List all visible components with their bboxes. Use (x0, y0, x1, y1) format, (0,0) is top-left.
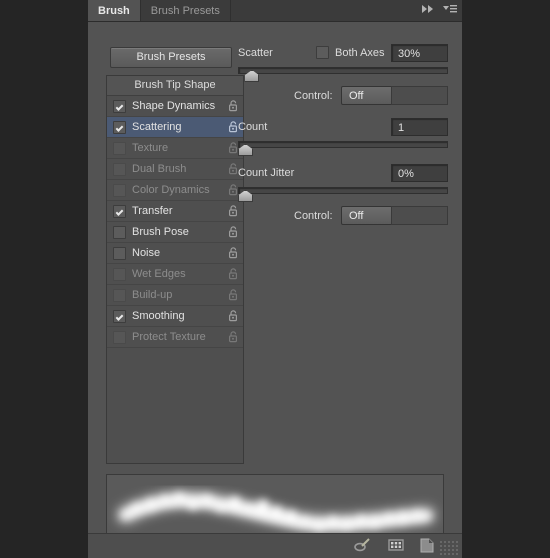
count-jitter-control-row: Control: Off (238, 206, 454, 228)
both-axes-label: Both Axes (335, 46, 385, 59)
count-jitter-control-label: Control: (294, 210, 333, 222)
checkbox-wet-edges[interactable] (113, 267, 126, 281)
count-slider[interactable] (238, 140, 454, 156)
scattering-controls: Scatter Both Axes 30% Control: Off Count… (238, 44, 454, 232)
lock-icon[interactable] (228, 289, 238, 304)
count-jitter-control-value: Off (349, 210, 364, 222)
list-item-label: Wet Edges (132, 268, 186, 280)
scatter-control-row: Control: Off (238, 86, 454, 108)
count-jitter-value-field[interactable]: 0% (391, 164, 448, 182)
toggle-brush-options-icon[interactable] (353, 538, 371, 557)
scatter-row: Scatter Both Axes 30% (238, 44, 454, 64)
list-item-label: Smoothing (132, 310, 185, 322)
scatter-label: Scatter (238, 47, 273, 59)
count-jitter-slider-track[interactable] (238, 187, 448, 194)
scatter-slider-track[interactable] (238, 67, 448, 74)
list-item[interactable]: Brush Pose (107, 222, 243, 243)
scatter-value-field[interactable]: 30% (391, 44, 448, 62)
checkbox-both-axes[interactable] (316, 46, 329, 59)
lock-icon[interactable] (228, 226, 238, 241)
list-item-label: Protect Texture (132, 331, 206, 343)
scatter-slider[interactable] (238, 66, 454, 82)
checkbox-shape-dynamics[interactable] (113, 99, 126, 113)
count-jitter-row: Count Jitter 0% (238, 164, 454, 184)
checkbox-noise[interactable] (113, 246, 126, 260)
checkbox-texture[interactable] (113, 141, 126, 155)
count-jitter-slider[interactable] (238, 186, 454, 202)
both-axes-checkbox-wrap[interactable]: Both Axes (316, 46, 385, 59)
lock-icon[interactable] (228, 331, 238, 346)
count-jitter-label: Count Jitter (238, 167, 295, 179)
count-label: Count (238, 121, 268, 133)
new-brush-preset-icon[interactable] (420, 538, 434, 556)
panel-tab-icons (420, 0, 458, 21)
lock-icon[interactable] (228, 310, 238, 325)
scatter-control-value: Off (349, 90, 364, 102)
lock-icon[interactable] (228, 184, 238, 199)
lock-icon[interactable] (228, 163, 238, 178)
list-item-label: Build-up (132, 289, 173, 301)
panel-menu-icon[interactable] (442, 4, 458, 17)
list-item[interactable]: Texture (107, 138, 243, 159)
checkbox-protect-texture[interactable] (113, 330, 126, 344)
brush-presets-grid-icon[interactable] (388, 538, 404, 555)
list-item-label: Dual Brush (132, 163, 187, 175)
list-item[interactable]: Noise (107, 243, 243, 264)
lock-icon[interactable] (228, 268, 238, 283)
list-item[interactable]: Smoothing (107, 306, 243, 327)
brush-tip-shape-header[interactable]: Brush Tip Shape (107, 76, 243, 96)
scatter-control-aux-field[interactable] (391, 86, 448, 105)
checkbox-brush-pose[interactable] (113, 225, 126, 239)
list-item-label: Brush Pose (132, 226, 189, 238)
count-row: Count 1 (238, 118, 454, 138)
list-item-label: Noise (132, 247, 161, 259)
panel-tab-bar: Brush Brush Presets (88, 0, 462, 22)
brush-panel: Brush Brush Presets Brush Presets Brush … (88, 0, 462, 558)
list-item[interactable]: Color Dynamics (107, 180, 243, 201)
lock-icon[interactable] (228, 121, 238, 136)
list-item-label: Transfer (132, 205, 173, 217)
scatter-control-label: Control: (294, 90, 333, 102)
list-item-label: Texture (132, 142, 169, 154)
tab-brush-presets[interactable]: Brush Presets (141, 0, 231, 21)
checkbox-transfer[interactable] (113, 204, 126, 218)
count-value-field[interactable]: 1 (391, 118, 448, 136)
lock-icon[interactable] (228, 100, 238, 115)
checkbox-dual-brush[interactable] (113, 162, 126, 176)
checkbox-scattering[interactable] (113, 120, 126, 134)
checkbox-color-dynamics[interactable] (113, 183, 126, 197)
panel-resize-grip[interactable] (439, 540, 459, 556)
lock-icon[interactable] (228, 247, 238, 262)
panel-body: Brush Presets Brush Tip Shape Shape Dyna… (88, 22, 462, 558)
list-item[interactable]: Shape Dynamics (107, 96, 243, 117)
list-item-label: Color Dynamics (132, 184, 210, 196)
count-slider-track[interactable] (238, 141, 448, 148)
brush-settings-list: Brush Tip Shape Shape Dynamics Scatterin… (106, 75, 244, 464)
double-arrow-right-icon[interactable] (420, 4, 436, 17)
list-item[interactable]: Build-up (107, 285, 243, 306)
brush-presets-button[interactable]: Brush Presets (110, 47, 232, 68)
list-item-label: Scattering (132, 121, 182, 133)
list-item[interactable]: Protect Texture (107, 327, 243, 348)
checkbox-smoothing[interactable] (113, 309, 126, 323)
list-item[interactable]: Transfer (107, 201, 243, 222)
list-item[interactable]: Wet Edges (107, 264, 243, 285)
checkbox-build-up[interactable] (113, 288, 126, 302)
list-item[interactable]: Dual Brush (107, 159, 243, 180)
tab-brush[interactable]: Brush (88, 0, 141, 21)
tab-brush-presets-label: Brush Presets (150, 4, 220, 17)
panel-footer (88, 533, 462, 558)
lock-icon[interactable] (228, 142, 238, 157)
lock-icon[interactable] (228, 205, 238, 220)
list-item[interactable]: Scattering (107, 117, 243, 138)
tab-brush-label: Brush (98, 4, 130, 17)
list-item-label: Shape Dynamics (132, 100, 216, 112)
count-jitter-control-aux-field[interactable] (391, 206, 448, 225)
